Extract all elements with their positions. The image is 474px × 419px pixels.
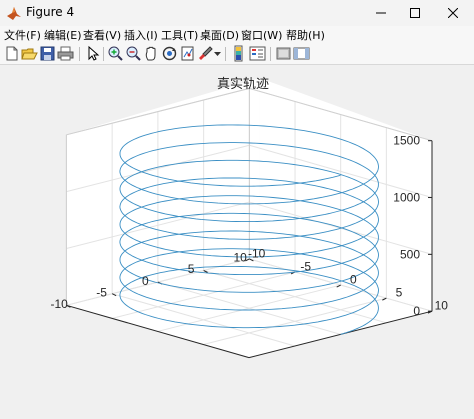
open-file-icon[interactable] bbox=[21, 45, 38, 62]
x-tick-label: 5 bbox=[396, 286, 403, 300]
hide-plot-tools-icon[interactable] bbox=[275, 45, 292, 62]
toolbar-separator bbox=[103, 47, 104, 61]
rotate-3d-icon[interactable] bbox=[161, 45, 178, 62]
z-tick-label: 1000 bbox=[393, 191, 420, 205]
toolbar-separator bbox=[225, 47, 226, 61]
zoom-in-icon[interactable] bbox=[107, 45, 124, 62]
dropdown-arrow-icon[interactable] bbox=[214, 45, 221, 62]
legend-icon[interactable] bbox=[249, 45, 266, 62]
title-bar: Figure 4 bbox=[0, 0, 474, 26]
y-tick-label: 0 bbox=[142, 274, 149, 288]
menu-help[interactable]: 帮助(H) bbox=[286, 27, 325, 43]
x-tick-label: 0 bbox=[350, 272, 357, 286]
y-tick-label: 10 bbox=[233, 251, 247, 265]
close-button[interactable] bbox=[436, 0, 470, 26]
plot-3d[interactable]: 真实轨迹 -10-50510-10-50510050010001500 bbox=[0, 65, 474, 419]
toolbar-separator bbox=[79, 47, 80, 61]
matlab-logo-icon bbox=[7, 7, 21, 20]
z-tick-label: 0 bbox=[413, 304, 420, 318]
x-tick-label: -5 bbox=[300, 259, 311, 273]
menu-tools[interactable]: 工具(T) bbox=[161, 27, 198, 43]
save-icon[interactable] bbox=[39, 45, 56, 62]
toolbar-separator bbox=[270, 47, 271, 61]
x-tick-label: 10 bbox=[435, 299, 449, 313]
menu-window[interactable]: 窗口(W) bbox=[241, 27, 282, 43]
colorbar-icon[interactable] bbox=[230, 45, 247, 62]
show-plot-tools-icon[interactable] bbox=[293, 45, 310, 62]
menu-desktop[interactable]: 桌面(D) bbox=[200, 27, 239, 43]
minimize-button[interactable] bbox=[364, 0, 398, 26]
chart-title: 真实轨迹 bbox=[217, 77, 269, 92]
z-tick-label: 1500 bbox=[393, 134, 420, 148]
z-tick-label: 500 bbox=[400, 247, 420, 261]
y-tick-label: -5 bbox=[96, 285, 107, 299]
new-figure-icon[interactable] bbox=[3, 45, 20, 62]
menu-insert[interactable]: 插入(I) bbox=[124, 27, 158, 43]
maximize-button[interactable] bbox=[398, 0, 432, 26]
maximize-icon bbox=[410, 8, 420, 18]
menu-view[interactable]: 查看(V) bbox=[83, 27, 121, 43]
pan-icon[interactable] bbox=[143, 45, 160, 62]
brush-icon[interactable] bbox=[197, 45, 214, 62]
x-tick-label: -10 bbox=[248, 246, 266, 260]
close-icon bbox=[448, 8, 458, 18]
minimize-icon bbox=[376, 12, 386, 14]
zoom-out-icon[interactable] bbox=[125, 45, 142, 62]
toolbar bbox=[0, 44, 474, 65]
data-cursor-icon[interactable] bbox=[179, 45, 196, 62]
print-icon[interactable] bbox=[57, 45, 74, 62]
window-title: Figure 4 bbox=[26, 5, 75, 19]
menu-bar: 文件(F) 编辑(E) 查看(V) 插入(I) 工具(T) 桌面(D) 窗口(W… bbox=[0, 26, 474, 44]
menu-edit[interactable]: 编辑(E) bbox=[44, 27, 82, 43]
figure-canvas: 真实轨迹 -10 -5 0 5 10 -10 -5 0 5 10 0 500 1000 1500 bbox=[0, 65, 474, 419]
menu-file[interactable]: 文件(F) bbox=[4, 27, 41, 43]
pointer-icon[interactable] bbox=[84, 45, 101, 62]
figure-window: Figure 4 文件(F) 编辑(E) 查看(V) 插入(I) 工具(T) 桌… bbox=[0, 0, 474, 419]
y-tick-label: -10 bbox=[50, 297, 68, 311]
y-tick-label: 5 bbox=[188, 262, 195, 276]
